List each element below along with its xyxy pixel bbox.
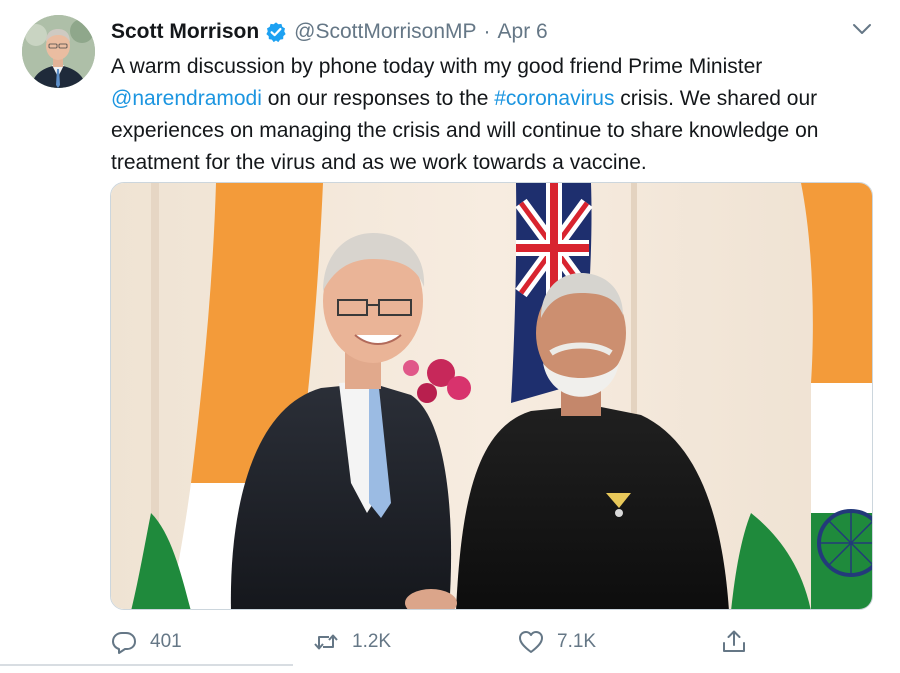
- tweet-media-photo[interactable]: [110, 182, 873, 610]
- heart-icon: [517, 628, 545, 656]
- reply-icon: [110, 628, 138, 656]
- retweet-button[interactable]: 1.2K: [312, 620, 391, 664]
- divider: [0, 664, 293, 666]
- mention-link[interactable]: @narendramodi: [111, 87, 262, 110]
- reply-button[interactable]: 401: [110, 620, 182, 664]
- chevron-down-icon[interactable]: [850, 18, 874, 40]
- like-count: 7.1K: [557, 631, 597, 652]
- tweet-header: Scott Morrison @ScottMorrisonMP · Apr 6: [111, 18, 548, 46]
- share-button[interactable]: [720, 620, 760, 664]
- header-separator: ·: [483, 20, 491, 43]
- verified-badge-icon: [265, 21, 287, 43]
- retweet-count: 1.2K: [352, 631, 392, 652]
- tweet-date[interactable]: Apr 6: [498, 20, 548, 44]
- like-button[interactable]: 7.1K: [517, 620, 596, 664]
- tweet-text-part1: A warm discussion by phone today with my…: [111, 55, 763, 78]
- hashtag-link[interactable]: #coronavirus: [494, 87, 614, 110]
- tweet-actions: 401 1.2K 7.1K: [0, 620, 900, 664]
- reply-count: 401: [150, 631, 182, 652]
- share-icon: [720, 628, 748, 656]
- tweet-card[interactable]: Scott Morrison @ScottMorrisonMP · Apr 6 …: [0, 0, 900, 673]
- author-avatar[interactable]: [22, 15, 95, 88]
- tweet-text: A warm discussion by phone today with my…: [111, 51, 881, 179]
- author-handle[interactable]: @ScottMorrisonMP: [294, 20, 476, 44]
- tweet-text-part2: on our responses to the: [261, 87, 495, 110]
- author-name[interactable]: Scott Morrison: [111, 20, 259, 44]
- retweet-icon: [312, 628, 340, 656]
